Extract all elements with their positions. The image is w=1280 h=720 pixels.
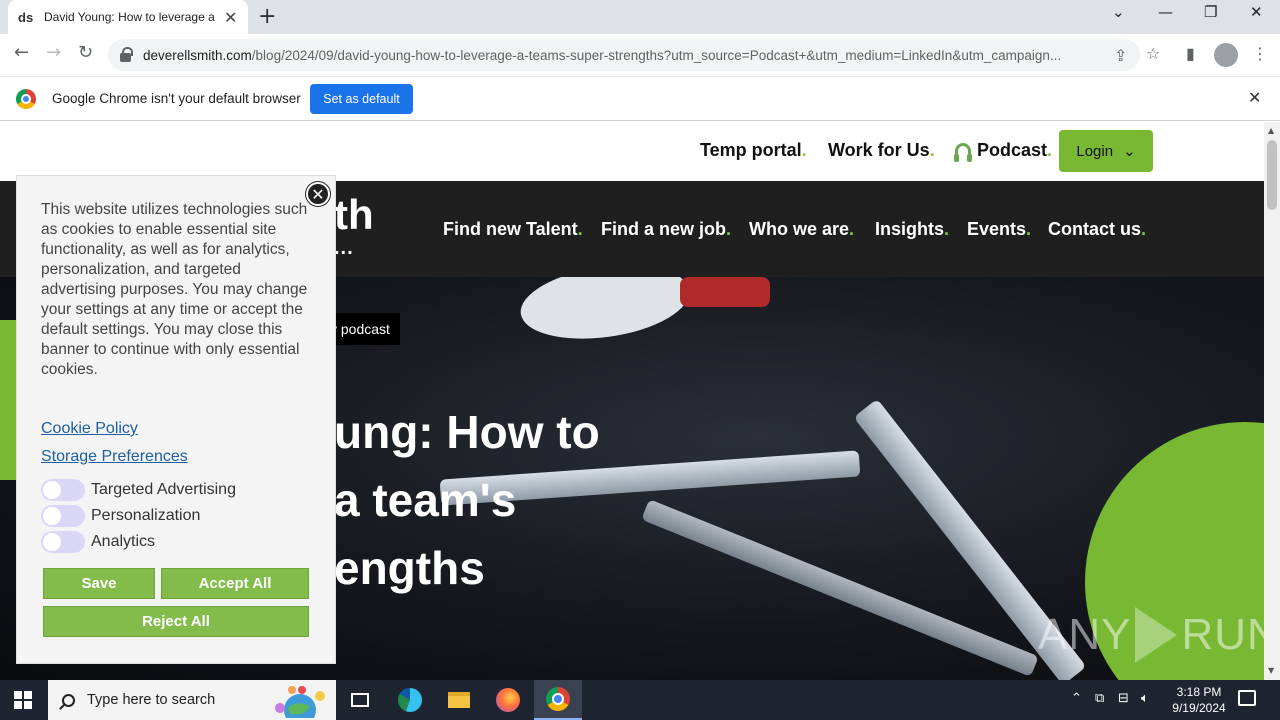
search-placeholder: Type here to search bbox=[87, 692, 216, 708]
page-scrollbar[interactable]: ▲ ▼ bbox=[1264, 122, 1280, 680]
cookie-description: This website utilizes technologies such … bbox=[41, 201, 308, 378]
web-page: Temp portal. Work for Us. Podcast. Login… bbox=[0, 122, 1264, 680]
search-highlight-illustration bbox=[275, 686, 325, 718]
nav-insights[interactable]: Insights. bbox=[875, 219, 949, 240]
hero-title-line-3: engths bbox=[334, 542, 485, 594]
scroll-up-icon[interactable]: ▲ bbox=[1268, 126, 1274, 135]
reject-all-button[interactable]: Reject All bbox=[43, 606, 309, 637]
profile-avatar-icon[interactable] bbox=[1214, 43, 1238, 67]
network-icon[interactable]: ⊟ bbox=[1118, 691, 1129, 706]
lock-icon[interactable] bbox=[120, 46, 133, 62]
nav-who-we-are[interactable]: Who we are. bbox=[749, 219, 854, 240]
browser-tab[interactable]: ds David Young: How to leverage a team's… bbox=[8, 0, 248, 34]
windows-start-icon[interactable] bbox=[14, 691, 32, 709]
nav-podcast[interactable]: Podcast. bbox=[954, 140, 1052, 162]
save-button[interactable]: Save bbox=[43, 568, 155, 599]
edge-icon bbox=[398, 688, 422, 712]
new-tab-icon[interactable]: + bbox=[258, 4, 276, 29]
folder-icon bbox=[448, 692, 470, 708]
hero-photo-cap bbox=[515, 277, 695, 349]
back-icon[interactable]: ← bbox=[14, 42, 29, 63]
infobar-close-icon[interactable]: ✕ bbox=[1248, 88, 1261, 107]
clock-time: 3:18 PM bbox=[1176, 685, 1222, 699]
task-view-icon bbox=[351, 693, 369, 707]
bookmark-star-icon[interactable]: ☆ bbox=[1146, 44, 1160, 63]
hero-title-line-1: ung: How to bbox=[334, 406, 600, 458]
scroll-down-icon[interactable]: ▼ bbox=[1268, 666, 1274, 675]
headphones-icon bbox=[954, 143, 972, 162]
storage-preferences-link[interactable]: Storage Preferences bbox=[41, 448, 188, 466]
chrome-logo-icon bbox=[16, 89, 36, 109]
cookie-consent-panel: ✕ This website utilizes technologies suc… bbox=[16, 175, 336, 664]
tab-search-chevron-icon[interactable]: ⌄ bbox=[1112, 3, 1125, 21]
search-icon bbox=[62, 693, 75, 707]
notifications-icon[interactable] bbox=[1238, 690, 1256, 706]
hero-photo-frame-lower bbox=[641, 499, 1039, 677]
browser-toolbar: ← → ↻ deverellsmith.com/blog/2024/09/dav… bbox=[0, 34, 1280, 77]
taskbar-clock[interactable]: 3:18 PM 9/19/2024 bbox=[1160, 684, 1238, 716]
toggle-row-analytics: Analytics bbox=[41, 531, 155, 553]
scroll-thumb[interactable] bbox=[1267, 140, 1277, 210]
nav-temp-portal[interactable]: Temp portal. bbox=[700, 140, 807, 161]
restore-icon[interactable]: ❐ bbox=[1204, 3, 1217, 21]
windows-taskbar: Type here to search ⌃ ⧉ ⊟ 🔈︎ 3:18 PM 9/1… bbox=[0, 680, 1280, 720]
address-bar[interactable]: deverellsmith.com/blog/2024/09/david-you… bbox=[108, 39, 1140, 71]
taskbar-search[interactable]: Type here to search bbox=[48, 680, 336, 720]
tray-chevron-icon[interactable]: ⌃ bbox=[1071, 691, 1082, 706]
minimize-icon[interactable]: — bbox=[1158, 3, 1173, 21]
chevron-down-icon: ⌄ bbox=[1123, 143, 1136, 160]
toggle-label: Targeted Advertising bbox=[91, 481, 236, 498]
task-view-button[interactable] bbox=[336, 680, 384, 720]
firefox-taskbar-button[interactable] bbox=[484, 680, 532, 720]
menu-kebab-icon[interactable]: ⋮ bbox=[1252, 44, 1268, 63]
play-logo-icon bbox=[1135, 607, 1178, 663]
toggle-label: Personalization bbox=[91, 507, 201, 524]
personalization-toggle[interactable] bbox=[41, 505, 85, 527]
toggle-row-personalization: Personalization bbox=[41, 505, 200, 527]
site-logo[interactable]: th bbox=[334, 191, 374, 239]
login-label: Login bbox=[1076, 142, 1114, 160]
share-icon[interactable]: ⇪ bbox=[1114, 46, 1127, 65]
volume-icon[interactable]: 🔈︎ bbox=[1141, 691, 1149, 706]
tab-close-icon[interactable]: ✕ bbox=[224, 8, 237, 27]
nav-contact-us[interactable]: Contact us. bbox=[1048, 219, 1146, 240]
side-panel-icon[interactable]: ▮ bbox=[1186, 44, 1195, 63]
cookie-policy-link[interactable]: Cookie Policy bbox=[41, 420, 138, 438]
tab-favicon: ds bbox=[18, 9, 34, 25]
file-explorer-taskbar-button[interactable] bbox=[435, 680, 483, 720]
clock-date: 9/19/2024 bbox=[1172, 701, 1226, 715]
nav-work-for-us[interactable]: Work for Us. bbox=[828, 140, 935, 161]
login-button[interactable]: Login ⌄ bbox=[1059, 130, 1153, 172]
hero-title-line-2: a team's bbox=[334, 474, 517, 526]
infobar-message: Google Chrome isn't your default browser bbox=[52, 91, 301, 106]
nav-find-a-new-job[interactable]: Find a new job. bbox=[601, 219, 731, 240]
tab-strip: ds David Young: How to leverage a team's… bbox=[0, 0, 1280, 34]
toggle-label: Analytics bbox=[91, 533, 156, 550]
site-logo-dots: ... bbox=[334, 237, 354, 259]
firefox-icon bbox=[496, 688, 520, 712]
top-utility-nav: Temp portal. Work for Us. Podcast. Login… bbox=[0, 122, 1264, 181]
window-close-icon[interactable]: ✕ bbox=[1250, 3, 1263, 21]
nav-events[interactable]: Events. bbox=[967, 219, 1031, 240]
chrome-icon bbox=[546, 687, 570, 711]
hero-photo-cap-red bbox=[680, 277, 770, 307]
forward-icon[interactable]: → bbox=[46, 42, 61, 63]
anyrun-watermark: ANY RUN bbox=[1038, 607, 1264, 663]
default-browser-infobar: Google Chrome isn't your default browser… bbox=[0, 77, 1280, 121]
nav-find-new-talent[interactable]: Find new Talent. bbox=[443, 219, 583, 240]
edge-taskbar-button[interactable] bbox=[386, 680, 434, 720]
set-as-default-button[interactable]: Set as default bbox=[310, 84, 413, 114]
targeted-advertising-toggle[interactable] bbox=[41, 479, 85, 501]
tray-device-icon[interactable]: ⧉ bbox=[1095, 691, 1104, 706]
accept-all-button[interactable]: Accept All bbox=[161, 568, 309, 599]
reload-icon[interactable]: ↻ bbox=[78, 42, 93, 63]
tab-title: David Young: How to leverage a team's su… bbox=[44, 10, 216, 24]
url-text[interactable]: deverellsmith.com/blog/2024/09/david-you… bbox=[143, 48, 1103, 63]
chrome-taskbar-button[interactable] bbox=[534, 680, 582, 720]
analytics-toggle[interactable] bbox=[41, 531, 85, 553]
toggle-row-targeted-advertising: Targeted Advertising bbox=[41, 479, 236, 501]
